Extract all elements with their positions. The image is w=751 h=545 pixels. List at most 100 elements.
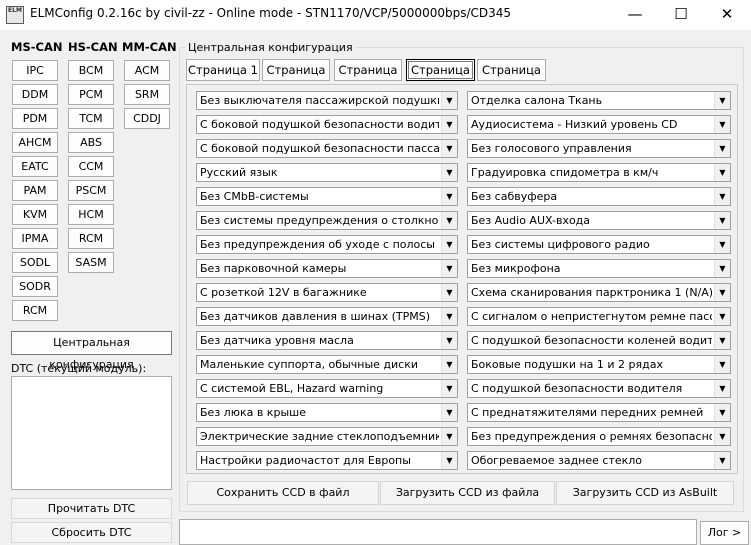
chevron-down-icon[interactable]: ▼ <box>714 116 730 133</box>
module-button-ccm[interactable]: CCM <box>68 156 114 177</box>
chevron-down-icon[interactable]: ▼ <box>714 332 730 349</box>
module-button-rcm-hs[interactable]: RCM <box>68 228 114 249</box>
chevron-down-icon[interactable]: ▼ <box>714 164 730 181</box>
module-button-pam[interactable]: PAM <box>12 180 58 201</box>
load-ccd-button[interactable]: Загрузить CCD из файла <box>380 481 555 505</box>
reset-dtc-button[interactable]: Сбросить DTC <box>11 522 172 543</box>
option-dropdown[interactable]: Без люка в крыше ▼ <box>196 403 458 422</box>
module-button-eatc[interactable]: EATC <box>12 156 58 177</box>
option-dropdown[interactable]: Без предупреждения об уходе с полосы ▼ <box>196 235 458 254</box>
option-dropdown[interactable]: Без датчика уровня масла ▼ <box>196 331 458 350</box>
option-dropdown[interactable]: Без микрофона ▼ <box>467 259 731 278</box>
option-dropdown[interactable]: С розеткой 12V в багажнике ▼ <box>196 283 458 302</box>
chevron-down-icon[interactable]: ▼ <box>441 212 457 229</box>
close-button[interactable]: ✕ <box>704 0 750 30</box>
chevron-down-icon[interactable]: ▼ <box>441 92 457 109</box>
log-button[interactable]: Лог > <box>700 521 749 545</box>
option-dropdown[interactable]: Без CMbB-системы ▼ <box>196 187 458 206</box>
option-dropdown[interactable]: Маленькие суппорта, обычные диски ▼ <box>196 355 458 374</box>
module-button-pdm[interactable]: PDM <box>12 108 58 129</box>
module-button-cddj[interactable]: CDDJ <box>124 108 170 129</box>
chevron-down-icon[interactable]: ▼ <box>441 116 457 133</box>
option-dropdown[interactable]: Электрические задние стеклоподъемники ▼ <box>196 427 458 446</box>
module-button-sodl[interactable]: SODL <box>12 252 58 273</box>
tab-page-1[interactable]: Страница 1 <box>186 59 260 81</box>
option-dropdown[interactable]: С системой EBL, Hazard warning ▼ <box>196 379 458 398</box>
chevron-down-icon[interactable]: ▼ <box>441 380 457 397</box>
tab-page-3[interactable]: Страница 3 <box>334 59 402 97</box>
chevron-down-icon[interactable]: ▼ <box>714 356 730 373</box>
save-ccd-button[interactable]: Сохранить CCD в файл <box>187 481 379 505</box>
chevron-down-icon[interactable]: ▼ <box>714 428 730 445</box>
chevron-down-icon[interactable]: ▼ <box>714 188 730 205</box>
central-config-button[interactable]: Центральная конфигурация <box>11 331 172 371</box>
chevron-down-icon[interactable]: ▼ <box>714 452 730 469</box>
option-dropdown[interactable]: Градуировка спидометра в км/ч ▼ <box>467 163 731 182</box>
minimize-button[interactable]: — <box>612 0 658 30</box>
option-dropdown[interactable]: Аудиосистема - Низкий уровень CD ▼ <box>467 115 731 134</box>
option-dropdown[interactable]: Без системы предупреждения о столкновени… <box>196 211 458 230</box>
module-button-kvm[interactable]: KVM <box>12 204 58 225</box>
module-button-ipc[interactable]: IPC <box>12 60 58 81</box>
log-field[interactable] <box>179 519 697 545</box>
module-button-tcm[interactable]: TCM <box>68 108 114 129</box>
option-dropdown[interactable]: С боковой подушкой безопасности водителя… <box>196 115 458 134</box>
option-dropdown[interactable]: Без сабвуфера ▼ <box>467 187 731 206</box>
chevron-down-icon[interactable]: ▼ <box>714 212 730 229</box>
module-button-sasm[interactable]: SASM <box>68 252 114 273</box>
chevron-down-icon[interactable]: ▼ <box>714 140 730 157</box>
chevron-down-icon[interactable]: ▼ <box>714 404 730 421</box>
chevron-down-icon[interactable]: ▼ <box>714 260 730 277</box>
read-dtc-button[interactable]: Прочитать DTC <box>11 498 172 519</box>
chevron-down-icon[interactable]: ▼ <box>441 452 457 469</box>
module-button-acm[interactable]: ACM <box>124 60 170 81</box>
chevron-down-icon[interactable]: ▼ <box>441 164 457 181</box>
module-button-ddm[interactable]: DDM <box>12 84 58 105</box>
option-dropdown[interactable]: Без выключателя пассажирской подушки ▼ <box>196 91 458 110</box>
module-button-bcm[interactable]: BCM <box>68 60 114 81</box>
chevron-down-icon[interactable]: ▼ <box>714 380 730 397</box>
chevron-down-icon[interactable]: ▼ <box>441 140 457 157</box>
option-dropdown[interactable]: С боковой подушкой безопасности пассажир… <box>196 139 458 158</box>
module-button-ipma[interactable]: IPMA <box>12 228 58 249</box>
option-dropdown[interactable]: Боковые подушки на 1 и 2 рядах ▼ <box>467 355 731 374</box>
chevron-down-icon[interactable]: ▼ <box>441 428 457 445</box>
option-dropdown[interactable]: Без Audio AUX-входа ▼ <box>467 211 731 230</box>
module-button-pcm[interactable]: PCM <box>68 84 114 105</box>
chevron-down-icon[interactable]: ▼ <box>441 188 457 205</box>
option-dropdown[interactable]: С сигналом о непристегнутом ремне пассаж… <box>467 307 731 326</box>
option-dropdown[interactable]: Без предупреждения о ремнях безопасности… <box>467 427 731 446</box>
module-button-ahcm[interactable]: AHCM <box>12 132 58 153</box>
chevron-down-icon[interactable]: ▼ <box>714 308 730 325</box>
chevron-down-icon[interactable]: ▼ <box>714 284 730 301</box>
tab-page-5[interactable]: Страница 5 <box>477 59 546 97</box>
dtc-list[interactable] <box>11 376 172 490</box>
option-dropdown[interactable]: Без системы цифрового радио ▼ <box>467 235 731 254</box>
module-button-sodr[interactable]: SODR <box>12 276 58 297</box>
option-dropdown[interactable]: С подушкой безопасности водителя ▼ <box>467 379 731 398</box>
module-button-abs[interactable]: ABS <box>68 132 114 153</box>
chevron-down-icon[interactable]: ▼ <box>441 236 457 253</box>
option-dropdown[interactable]: Без голосового управления ▼ <box>467 139 731 158</box>
option-dropdown[interactable]: Обогреваемое заднее стекло ▼ <box>467 451 731 470</box>
option-dropdown[interactable]: Отделка салона Ткань ▼ <box>467 91 731 110</box>
module-button-pscm[interactable]: PSCM <box>68 180 114 201</box>
option-dropdown[interactable]: Русский язык ▼ <box>196 163 458 182</box>
option-dropdown[interactable]: С преднатяжителями передних ремней ▼ <box>467 403 731 422</box>
chevron-down-icon[interactable]: ▼ <box>441 308 457 325</box>
option-dropdown[interactable]: Настройки радиочастот для Европы ▼ <box>196 451 458 470</box>
tab-page-4[interactable]: Страница 4 <box>406 59 475 97</box>
option-dropdown[interactable]: Схема сканирования парктроника 1 (N/A) ▼ <box>467 283 731 302</box>
chevron-down-icon[interactable]: ▼ <box>441 284 457 301</box>
chevron-down-icon[interactable]: ▼ <box>441 260 457 277</box>
option-dropdown[interactable]: С подушкой безопасности коленей водителя… <box>467 331 731 350</box>
chevron-down-icon[interactable]: ▼ <box>714 92 730 109</box>
chevron-down-icon[interactable]: ▼ <box>441 356 457 373</box>
maximize-button[interactable]: ☐ <box>658 0 704 30</box>
module-button-rcm-ms[interactable]: RCM <box>12 300 58 321</box>
chevron-down-icon[interactable]: ▼ <box>441 332 457 349</box>
module-button-srm[interactable]: SRM <box>124 84 170 105</box>
tab-page-2[interactable]: Страница 2 <box>262 59 330 97</box>
load-asbuilt-button[interactable]: Загрузить CCD из AsBuilt <box>556 481 734 505</box>
option-dropdown[interactable]: Без датчиков давления в шинах (TPMS) ▼ <box>196 307 458 326</box>
